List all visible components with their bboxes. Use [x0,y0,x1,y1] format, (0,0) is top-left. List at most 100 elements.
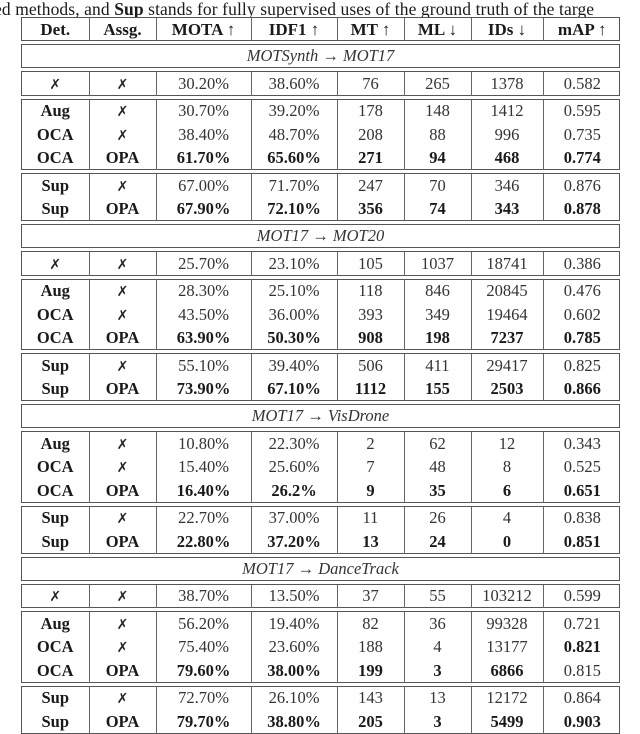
cross-mark-icon: ✗ [116,76,129,93]
cell-value: 23.60% [268,637,320,657]
column-header: MT ↑ [336,18,404,41]
table-cell: Sup [22,198,89,222]
cell-value: 38.40% [178,124,229,144]
cell-value: 356 [358,199,383,219]
cell-value: 26 [429,508,446,528]
table-row: OCA ✗ 38.40% 48.70% 208 88 996 0.735 [22,123,621,147]
cell-value: 3 [433,711,442,731]
table-row: Sup OPA 67.90% 72.10% 356 74 343 0.878 [22,197,621,222]
table-cell: Sup [22,687,89,711]
row-group: Sup ✗ 55.10% 39.40% 506 411 29417 0.825 Sup OPA 73… [21,353,621,401]
cell-value: 18741 [486,253,528,273]
cell-value: 346 [494,175,520,195]
cell-value: 30.70% [178,101,229,121]
table-cell: OCA [22,147,89,171]
cell-value: OPA [105,480,140,500]
table-cell: 63.90% [155,326,251,350]
cell-value: 1112 [354,379,387,399]
table-cell: 38.80% [250,710,337,734]
cell-value: 4 [502,508,512,528]
table-cell: ✗ [22,585,89,609]
cell-value: 2 [366,433,375,453]
table-cell: 208 [336,123,404,147]
cell-value: 3 [433,660,442,680]
table-cell: 3 [403,710,471,734]
table-cell: 70 [403,174,471,198]
cross-mark-icon: ✗ [116,307,129,324]
cell-value: 25.10% [268,281,320,301]
table-cell: 48 [403,455,471,479]
cell-value: Sup [41,531,70,551]
table-cell: 12172 [470,686,543,710]
table-row: Sup ✗ 55.10% 39.40% 506 411 29417 0.825 [22,354,621,378]
table-cell: 67.90% [155,197,251,221]
cell-value: 72.10% [267,199,321,219]
table-header: Det. Assg. MOTA ↑ IDF1 ↑ MT ↑ ML ↓ IDs ↓ mAP ↑ [21,17,621,41]
table-cell: OCA [22,636,89,660]
cell-value: OCA [36,148,74,168]
cell-value: 2503 [490,379,524,399]
table-cell: 0.903 [542,710,621,734]
cell-value: 12172 [486,688,528,708]
table-cell: Sup [22,710,89,734]
table-cell: 0.602 [542,303,621,327]
table-cell: 0.476 [542,279,621,303]
table-cell: 0.735 [542,123,621,147]
column-header-label: ML ↓ [417,19,458,39]
cell-value: 506 [358,355,383,375]
cell-value: 0.903 [563,711,601,731]
cell-value: 25.70% [178,253,229,273]
table-cell: 1112 [336,377,404,401]
table-cell: 19464 [470,303,543,327]
cell-value: 16.40% [176,480,231,500]
cell-value: OPA [105,660,140,680]
row-group: Aug ✗ 30.70% 39.20% 178 148 1412 0.595 OCA ✗ 38.40… [21,98,621,171]
section-title-band: MOT17 → VisDrone [21,404,620,428]
table-cell: 4 [470,506,543,530]
cell-value: OCA [36,660,74,680]
table-cell: OPA [88,326,156,350]
table-cell: ✗ [88,252,156,276]
table-cell: 7237 [470,326,543,350]
cell-value: 846 [425,281,450,301]
row-group: Sup ✗ 72.70% 26.10% 143 13 12172 0.864 Sup OPA 79.… [21,685,621,734]
cell-value: Aug [40,101,70,121]
table-cell: ✗ [88,354,156,378]
row-group: Sup ✗ 22.70% 37.00% 11 26 4 0.838 Sup OPA 22.80% 37… [21,505,621,554]
table-cell: 0.876 [542,174,621,198]
cell-value: 19464 [486,304,528,324]
cell-value: 38.00% [267,660,321,680]
table-cell: 62 [403,432,471,456]
cell-value: 0.582 [563,73,601,93]
cell-value: 48 [429,457,446,477]
table-cell: 55.10% [155,354,251,378]
cross-mark-icon: ✗ [116,104,129,121]
cell-value: OCA [36,304,74,324]
table-cell: OCA [22,479,89,503]
cell-value: 343 [494,199,520,219]
table-cell: 23.10% [250,252,337,276]
cell-value: Sup [41,175,70,195]
table-cell: 22.70% [155,506,251,530]
cell-value: 37.00% [268,508,320,528]
cell-value: Sup [41,379,70,399]
table-cell: 143 [336,686,404,710]
column-header: ML ↓ [403,18,471,41]
cell-value: Aug [40,613,70,633]
table-cell: Aug [22,612,89,636]
table-cell: 908 [336,326,404,350]
table-cell: 82 [336,612,404,636]
table-cell: 26.10% [250,686,337,710]
table-cell: 15.40% [155,455,251,479]
cell-value: 15.40% [178,457,229,477]
column-header-label: IDs ↓ [487,19,527,39]
table-row: Sup ✗ 22.70% 37.00% 11 26 4 0.838 [22,506,621,530]
table-cell: ✗ [88,686,156,710]
cell-value: 55 [429,586,446,606]
table-row: Sup OPA 79.70% 38.80% 205 3 5499 0.903 [22,710,621,734]
cell-value: 62 [429,433,446,453]
table-cell: 996 [470,123,543,147]
cell-value: 0.878 [563,199,601,219]
cell-value: 0.595 [563,101,601,121]
table-cell: 0.815 [542,659,621,683]
